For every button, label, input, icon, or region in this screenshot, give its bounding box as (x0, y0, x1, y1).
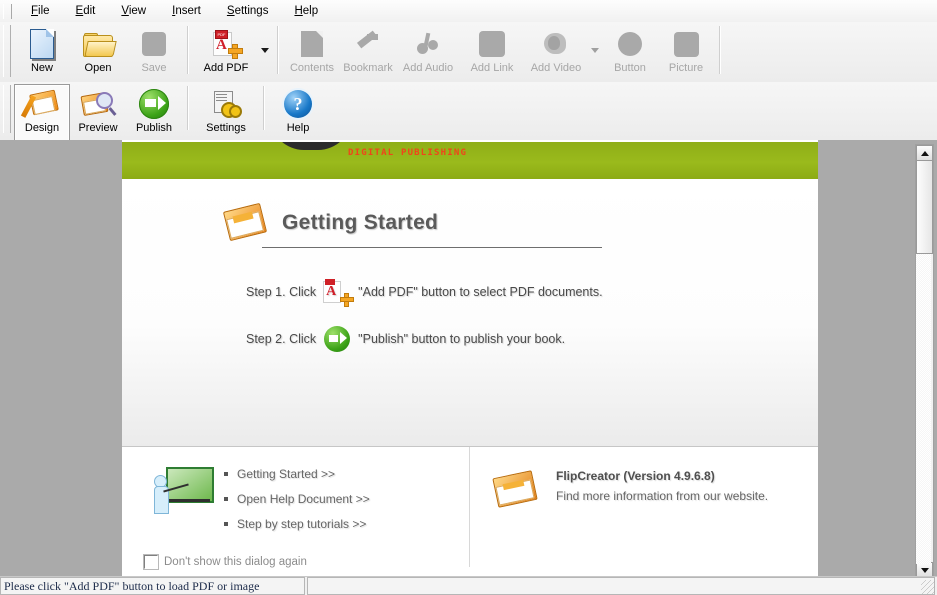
menu-item-view[interactable]: View (108, 2, 159, 20)
settings-icon (208, 88, 244, 120)
contents-icon (294, 28, 330, 60)
link-step-by-step-tutorials[interactable]: Step by step tutorials >> (224, 517, 370, 531)
workspace-area: DIGITAL PUBLISHING Getting Started Step … (0, 140, 937, 580)
bookmark-icon (350, 28, 386, 60)
add-pdf-dropdown-button[interactable] (258, 24, 272, 76)
picture-icon (668, 28, 704, 60)
settings-button[interactable]: Settings (194, 84, 258, 143)
add-video-icon (538, 28, 574, 60)
status-bar: Please click "Add PDF" button to load PD… (0, 576, 937, 595)
help-links-section: Getting Started >> Open Help Document >>… (152, 465, 370, 542)
new-document-icon (24, 28, 60, 60)
dont-show-again-label: Don't show this dialog again (164, 556, 307, 568)
toolbar-separator (187, 26, 189, 74)
open-folder-icon (80, 28, 117, 60)
product-book-icon (492, 469, 542, 511)
step-2-prefix: Step 2. Click (246, 332, 317, 346)
help-icon: ? (280, 88, 316, 120)
resize-grip[interactable] (921, 580, 935, 594)
toolbar-separator (719, 26, 721, 74)
menu-item-insert[interactable]: Insert (159, 2, 214, 20)
book-icon (222, 201, 268, 245)
status-message: Please click "Add PDF" button to load PD… (4, 578, 260, 593)
design-button[interactable]: Design (14, 84, 70, 143)
add-pdf-icon: A (322, 279, 355, 307)
dont-show-again-checkbox[interactable] (144, 555, 158, 569)
save-button: Save (126, 24, 182, 83)
add-link-button: Add Link (460, 24, 524, 83)
bullet-icon (224, 472, 228, 476)
menu-item-file[interactable]: File (18, 2, 63, 20)
button-icon (612, 28, 648, 60)
menu-item-edit[interactable]: Edit (63, 2, 109, 20)
open-button[interactable]: Open (70, 24, 126, 83)
toolbar-separator (263, 86, 265, 130)
mode-toolbar: Design Preview Publish Settings ? Help (0, 82, 937, 143)
design-icon (20, 88, 60, 120)
scrollbar-track[interactable] (916, 160, 933, 564)
menu-bar: File Edit View Insert Settings Help (0, 0, 937, 23)
menu-item-settings[interactable]: Settings (214, 2, 282, 20)
product-description: Find more information from our website. (556, 489, 769, 503)
help-button[interactable]: ? Help (270, 84, 326, 143)
menu-item-help[interactable]: Help (281, 2, 331, 20)
dialog-banner: DIGITAL PUBLISHING (122, 142, 818, 179)
new-button[interactable]: New (14, 24, 70, 83)
step-1-prefix: Step 1. Click (246, 285, 317, 299)
menu-drag-grip[interactable] (3, 3, 12, 19)
publish-icon (136, 88, 172, 120)
product-info-section[interactable]: FlipCreator (Version 4.9.6.8) Find more … (492, 469, 768, 511)
heading-divider (262, 247, 602, 248)
step-1-suffix: "Add PDF" button to select PDF documents… (358, 285, 603, 299)
add-link-icon (474, 28, 510, 60)
mode-toolbar-drag-grip[interactable] (3, 85, 11, 133)
status-message-panel: Please click "Add PDF" button to load PD… (0, 577, 305, 595)
logo-swoosh-icon (270, 142, 352, 150)
application-window: File Edit View Insert Settings Help New … (0, 0, 937, 595)
button-tool-button: Button (602, 24, 658, 83)
dialog-heading-row: Getting Started (222, 201, 438, 245)
page-title: Getting Started (282, 211, 439, 234)
link-getting-started[interactable]: Getting Started >> (224, 467, 370, 481)
step-2-row: Step 2. Click "Publish" button to publis… (246, 326, 565, 352)
link-open-help-document[interactable]: Open Help Document >> (224, 492, 370, 506)
toolbar-separator (187, 86, 189, 130)
product-name: FlipCreator (Version 4.9.6.8) (556, 469, 715, 483)
contents-button: Contents (284, 24, 340, 83)
add-video-button: Add Video (524, 24, 588, 83)
picture-button: Picture (658, 24, 714, 83)
add-pdf-icon: PDF A (208, 28, 244, 60)
caret-up-icon (920, 151, 929, 156)
add-audio-icon (410, 28, 446, 60)
toolbar-separator (277, 26, 279, 74)
vertical-scrollbar[interactable] (915, 144, 934, 580)
bookmark-button: Bookmark (340, 24, 396, 83)
panel-vertical-divider (469, 447, 470, 567)
step-1-row: Step 1. Click A "Add PDF" button to sele… (246, 279, 603, 307)
toolbar-drag-grip[interactable] (3, 25, 11, 77)
tutorial-teacher-icon (152, 465, 214, 517)
chevron-down-icon (261, 47, 269, 53)
getting-started-dialog: DIGITAL PUBLISHING Getting Started Step … (122, 140, 818, 580)
bullet-icon (224, 497, 228, 501)
bullet-icon (224, 522, 228, 526)
scrollbar-thumb[interactable] (916, 160, 933, 254)
help-links-list: Getting Started >> Open Help Document >>… (224, 465, 370, 542)
caret-down-icon (920, 568, 929, 573)
publish-icon (324, 326, 351, 352)
dialog-top-panel: Getting Started Step 1. Click A "Add PDF… (122, 179, 818, 446)
main-toolbar: New Open Save PDF A Add PDF Contents Boo… (0, 22, 937, 83)
preview-icon (80, 88, 117, 120)
save-icon (136, 28, 172, 60)
status-secondary-panel (307, 577, 935, 595)
add-pdf-button[interactable]: PDF A Add PDF (194, 24, 258, 83)
banner-tagline: DIGITAL PUBLISHING (348, 148, 468, 158)
publish-button[interactable]: Publish (126, 84, 182, 143)
chevron-down-icon (591, 47, 599, 53)
preview-button[interactable]: Preview (70, 84, 126, 143)
dont-show-again-row[interactable]: Don't show this dialog again (144, 555, 307, 569)
add-audio-button: Add Audio (396, 24, 460, 83)
add-video-dropdown-button (588, 24, 602, 76)
step-2-suffix: "Publish" button to publish your book. (358, 332, 566, 346)
